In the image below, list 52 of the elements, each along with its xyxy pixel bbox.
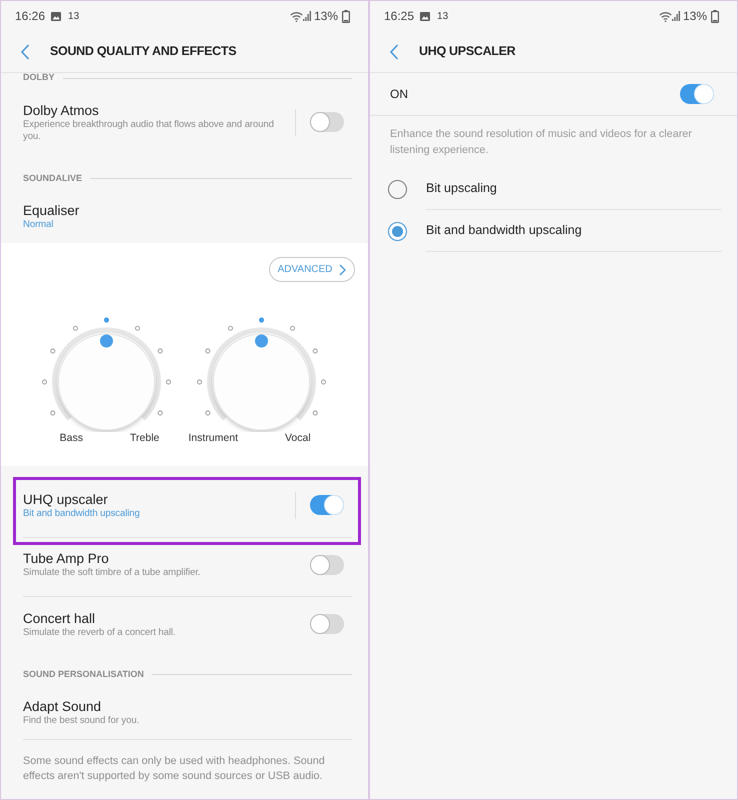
setting-title: Adapt Sound (23, 698, 102, 715)
signal-icon (302, 11, 311, 21)
setting-title: UHQ upscaler (23, 490, 109, 508)
section-title: SOUND PERSONALISATION (23, 668, 144, 681)
description-text: Enhance the sound resolution of music and videos for a clearer listening experience. (389, 127, 693, 158)
wifi-icon (658, 10, 672, 22)
toggle-switch[interactable] (310, 112, 344, 132)
knob-label: Instrument (187, 432, 238, 445)
back-icon[interactable] (389, 44, 399, 60)
signal-icon (672, 11, 680, 21)
section-title: DOLBY (23, 73, 54, 84)
screen-title: SOUND QUALITY AND EFFECTS (50, 43, 236, 60)
footnote-text: Some sound effects can only be used with headphones. Sound effects aren't supported by some sound sources or USB audio. (22, 754, 326, 784)
knob-indicator[interactable] (100, 334, 113, 348)
knob-label: Treble (130, 432, 160, 445)
image-icon (51, 12, 62, 20)
screen-title: UHQ UPSCALER (419, 43, 516, 60)
setting-title: Concert hall (23, 610, 96, 626)
setting-title: Dolby Atmos (23, 102, 100, 118)
toggle-switch[interactable] (680, 84, 714, 104)
battery-icon (342, 10, 350, 22)
setting-description: Find the best sound for you. (23, 715, 140, 727)
battery-percent: 13% (314, 8, 338, 25)
radio-option[interactable]: Bit and bandwidth upscaling (370, 210, 737, 252)
toggle-switch[interactable] (310, 495, 344, 515)
battery-percent: 13% (682, 8, 707, 25)
image-icon (420, 12, 430, 20)
setting-value: Normal (23, 219, 54, 231)
toggle-switch[interactable] (310, 614, 344, 634)
knob-label: Bass (58, 432, 83, 445)
radio-option[interactable]: Bit upscaling (370, 168, 737, 210)
wifi-icon (290, 10, 303, 22)
knob-label: Vocal (285, 432, 312, 445)
chevron-right-icon (339, 264, 346, 276)
battery-icon (711, 10, 719, 22)
rotary-knob[interactable] (197, 317, 326, 430)
toggle-switch[interactable] (310, 554, 344, 574)
notification-count: 13 (437, 10, 448, 24)
notification-count: 13 (68, 10, 80, 24)
setting-description: Simulate the reverb of a concert hall. (23, 626, 176, 638)
setting-value: Bit and bandwidth upscaling (23, 508, 141, 520)
setting-title: Equaliser (23, 202, 80, 219)
setting-title: Tube Amp Pro (23, 550, 110, 567)
knob-indicator[interactable] (255, 334, 268, 348)
status-time: 16:26 (15, 8, 46, 25)
setting-description: Simulate the soft timbre of a tube amplifier. (23, 567, 202, 579)
back-icon[interactable] (20, 44, 30, 60)
setting-description: Experience breakthrough audio that flows above and around you. (23, 118, 275, 142)
rotary-knob[interactable] (42, 317, 171, 430)
status-time: 16:25 (384, 8, 414, 25)
section-title: SOUNDALIVE (23, 172, 82, 185)
switch-label: ON (390, 86, 408, 103)
